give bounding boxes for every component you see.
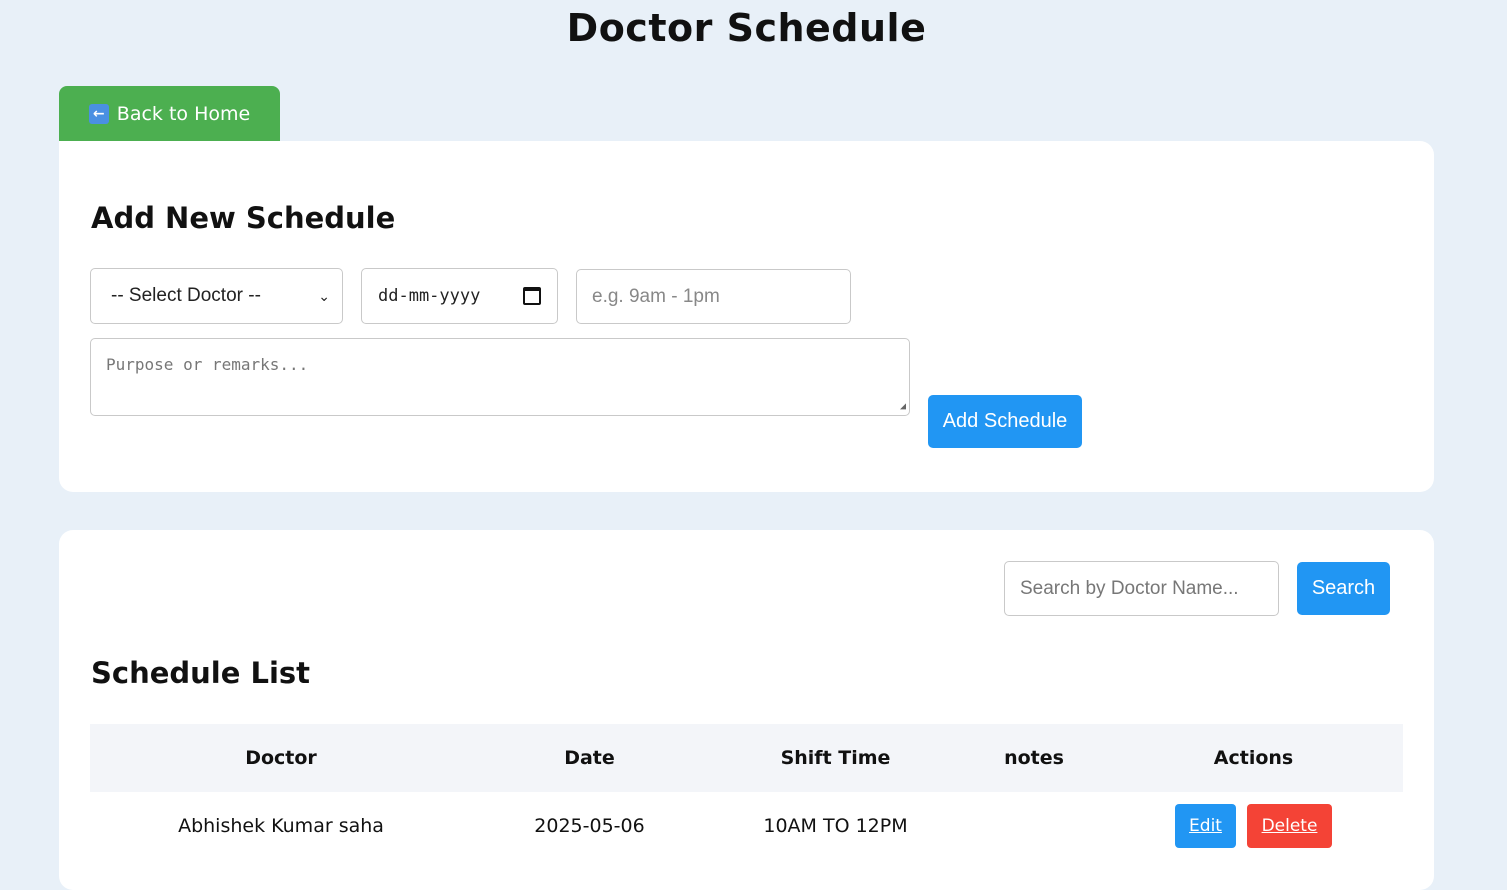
remarks-textarea[interactable]: Purpose or remarks... ◢	[90, 338, 910, 416]
delete-button[interactable]: Delete	[1247, 804, 1332, 848]
chevron-down-icon: ⌄	[318, 287, 330, 304]
table-row: Abhishek Kumar saha 2025-05-06 10AM TO 1…	[90, 792, 1403, 860]
column-header-shift-time: Shift Time	[780, 747, 891, 769]
shift-time-input[interactable]: e.g. 9am - 1pm	[576, 269, 851, 324]
column-header-notes: notes	[1004, 747, 1064, 769]
date-placeholder: dd-mm-yyyy	[378, 286, 481, 306]
remarks-placeholder: Purpose or remarks...	[106, 355, 309, 374]
date-input[interactable]: dd-mm-yyyy	[361, 268, 558, 324]
doctor-select[interactable]: -- Select Doctor -- ⌄	[90, 268, 343, 324]
back-to-home-button[interactable]: ← Back to Home	[59, 86, 280, 141]
add-schedule-button[interactable]: Add Schedule	[928, 395, 1082, 448]
table-header: Doctor Date Shift Time notes Actions	[90, 724, 1403, 792]
cell-date: 2025-05-06	[534, 815, 645, 837]
search-input[interactable]: Search by Doctor Name...	[1004, 561, 1279, 616]
back-to-home-label: Back to Home	[116, 102, 251, 125]
left-arrow-icon: ←	[88, 103, 109, 124]
column-header-doctor: Doctor	[245, 747, 317, 769]
calendar-icon[interactable]	[523, 287, 541, 305]
schedule-list-card: Search by Doctor Name... Search Schedule…	[59, 530, 1434, 890]
search-placeholder: Search by Doctor Name...	[1020, 577, 1239, 599]
doctor-select-value: -- Select Doctor --	[111, 285, 261, 306]
schedule-table: Doctor Date Shift Time notes Actions Abh…	[90, 724, 1403, 860]
shift-time-placeholder: e.g. 9am - 1pm	[592, 285, 720, 307]
cell-actions: Edit Delete	[1104, 804, 1403, 848]
cell-shift-time: 10AM TO 12PM	[763, 815, 908, 837]
add-schedule-card: Add New Schedule -- Select Doctor -- ⌄ d…	[59, 141, 1434, 492]
search-button[interactable]: Search	[1297, 562, 1390, 615]
add-schedule-title: Add New Schedule	[91, 201, 396, 235]
page-title: Doctor Schedule	[566, 6, 927, 50]
schedule-list-title: Schedule List	[91, 656, 311, 690]
cell-doctor: Abhishek Kumar saha	[178, 815, 384, 837]
column-header-date: Date	[564, 747, 615, 769]
column-header-actions: Actions	[1213, 747, 1294, 769]
resize-handle-icon[interactable]: ◢	[900, 401, 906, 412]
edit-button[interactable]: Edit	[1175, 804, 1236, 848]
